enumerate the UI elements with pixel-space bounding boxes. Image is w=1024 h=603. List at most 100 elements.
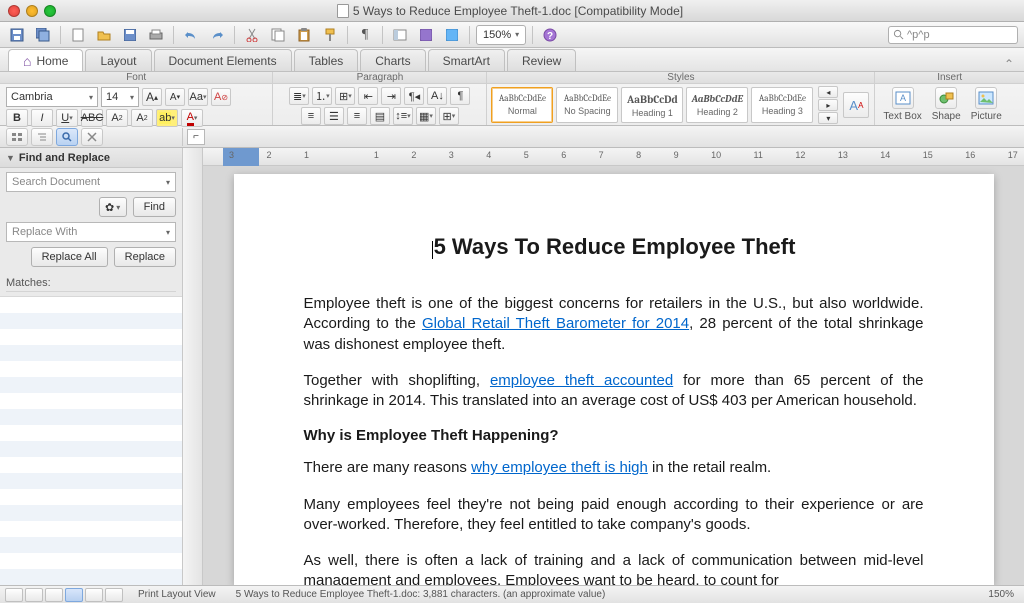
style-normal[interactable]: AaBbCcDdEeNormal: [491, 87, 553, 123]
tab-home[interactable]: Home: [8, 49, 83, 71]
cut-button[interactable]: [241, 25, 263, 45]
redo-button[interactable]: [206, 25, 228, 45]
close-sidebar-button[interactable]: [81, 128, 103, 146]
vertical-ruler[interactable]: [183, 148, 203, 585]
style-heading-3[interactable]: AaBbCcDdEeHeading 3: [751, 87, 813, 123]
sidebar-toggle-button[interactable]: [389, 25, 411, 45]
subscript-button[interactable]: A2: [106, 109, 128, 127]
shrink-font-button[interactable]: A▾: [165, 88, 185, 106]
tab-document-elements[interactable]: Document Elements: [154, 49, 292, 71]
format-painter-button[interactable]: [319, 25, 341, 45]
text-direction-button[interactable]: ¶◂: [404, 87, 424, 105]
page-scroll-area[interactable]: 5 Ways To Reduce Employee Theft Employee…: [203, 166, 1024, 585]
line-spacing-button[interactable]: ↕≡▾: [393, 107, 413, 125]
focus-view-button[interactable]: [105, 588, 123, 602]
insert-shape-button[interactable]: Shape: [932, 87, 961, 122]
outline-view-button[interactable]: [31, 128, 53, 146]
minimize-window-button[interactable]: [26, 5, 38, 17]
styles-expand[interactable]: ▾: [818, 112, 838, 124]
link-employee-theft-accounted[interactable]: employee theft accounted: [490, 372, 673, 389]
italic-button[interactable]: I: [31, 109, 53, 127]
multilevel-list-button[interactable]: ⊞▾: [335, 87, 355, 105]
styles-scroll-left[interactable]: ◂: [818, 86, 838, 98]
insert-picture-button[interactable]: Picture: [971, 87, 1002, 122]
tab-layout[interactable]: Layout: [85, 49, 151, 71]
link-global-retail[interactable]: Global Retail Theft Barometer for 2014: [422, 315, 689, 332]
style-heading-1[interactable]: AaBbCcDdHeading 1: [621, 87, 683, 123]
open-button[interactable]: [93, 25, 115, 45]
tab-stop-selector[interactable]: ⌐: [187, 129, 205, 145]
status-zoom[interactable]: 150%: [978, 589, 1024, 600]
outline-view-button[interactable]: [25, 588, 43, 602]
underline-button[interactable]: U▾: [56, 109, 78, 127]
maximize-window-button[interactable]: [44, 5, 56, 17]
help-search-input[interactable]: ^p^p: [888, 26, 1018, 44]
replace-with-input[interactable]: Replace With▾: [6, 222, 176, 242]
highlight-button[interactable]: ab▾: [156, 109, 178, 127]
sidebar-title: Find and Replace: [19, 152, 110, 164]
zoom-select[interactable]: 150%▾: [476, 25, 526, 45]
toolbox-button[interactable]: [415, 25, 437, 45]
draft-view-button[interactable]: [5, 588, 23, 602]
show-paragraph-button[interactable]: ¶: [450, 87, 470, 105]
media-browser-button[interactable]: [441, 25, 463, 45]
print-layout-view-button[interactable]: [65, 588, 83, 602]
find-replace-pane-button[interactable]: [56, 128, 78, 146]
tab-review[interactable]: Review: [507, 49, 576, 71]
search-document-input[interactable]: Search Document▾: [6, 172, 176, 192]
align-center-button[interactable]: ☰: [324, 107, 344, 125]
change-case-button[interactable]: Aa▾: [188, 88, 208, 106]
save-as-button[interactable]: [32, 25, 54, 45]
paste-button[interactable]: [293, 25, 315, 45]
grow-font-button[interactable]: A▴: [142, 88, 162, 106]
styles-scroll-right[interactable]: ▸: [818, 99, 838, 111]
tab-charts[interactable]: Charts: [360, 49, 425, 71]
save-icon-button[interactable]: [119, 25, 141, 45]
bullets-button[interactable]: ≣▾: [289, 87, 309, 105]
align-left-button[interactable]: ≡: [301, 107, 321, 125]
clear-formatting-button[interactable]: A⊘: [211, 88, 231, 106]
superscript-button[interactable]: A2: [131, 109, 153, 127]
save-button[interactable]: [6, 25, 28, 45]
style-heading-2[interactable]: AaBbCcDdEHeading 2: [686, 87, 748, 123]
link-why-theft-high[interactable]: why employee theft is high: [471, 459, 648, 476]
insert-text-box-button[interactable]: AText Box: [883, 87, 921, 122]
document-editor: 3211234567891011121314151617 5 Ways To R…: [183, 148, 1024, 585]
thumbnails-view-button[interactable]: [6, 128, 28, 146]
find-button[interactable]: Find: [133, 197, 176, 217]
font-name-select[interactable]: Cambria▾: [6, 87, 98, 107]
horizontal-ruler[interactable]: 3211234567891011121314151617: [203, 148, 1024, 166]
print-button[interactable]: [145, 25, 167, 45]
copy-button[interactable]: [267, 25, 289, 45]
shading-button[interactable]: ▦▾: [416, 107, 436, 125]
help-button[interactable]: ?: [539, 25, 561, 45]
tab-tables[interactable]: Tables: [294, 49, 359, 71]
font-color-button[interactable]: A▾: [181, 109, 203, 127]
tab-smartart[interactable]: SmartArt: [428, 49, 505, 71]
borders-button[interactable]: ⊞▾: [439, 107, 459, 125]
collapse-panel-icon[interactable]: ▼: [6, 153, 15, 163]
collapse-ribbon-button[interactable]: ⌃: [1004, 57, 1014, 71]
new-button[interactable]: [67, 25, 89, 45]
bold-button[interactable]: B: [6, 109, 28, 127]
replace-button[interactable]: Replace: [114, 247, 176, 267]
publishing-view-button[interactable]: [45, 588, 63, 602]
decrease-indent-button[interactable]: ⇤: [358, 87, 378, 105]
undo-button[interactable]: [180, 25, 202, 45]
traffic-lights: [8, 5, 56, 17]
replace-all-button[interactable]: Replace All: [31, 247, 108, 267]
align-right-button[interactable]: ≡: [347, 107, 367, 125]
justify-button[interactable]: ▤: [370, 107, 390, 125]
sort-button[interactable]: A↓: [427, 87, 447, 105]
notebook-view-button[interactable]: [85, 588, 103, 602]
document-page[interactable]: 5 Ways To Reduce Employee Theft Employee…: [234, 174, 994, 585]
increase-indent-button[interactable]: ⇥: [381, 87, 401, 105]
show-formatting-button[interactable]: ¶: [354, 25, 376, 45]
close-window-button[interactable]: [8, 5, 20, 17]
font-size-select[interactable]: 14▾: [101, 87, 139, 107]
strikethrough-button[interactable]: ABC: [81, 109, 103, 127]
styles-pane-button[interactable]: AA: [843, 92, 869, 118]
numbering-button[interactable]: ⒈▾: [312, 87, 332, 105]
find-options-button[interactable]: ✿▾: [99, 197, 127, 217]
style-no-spacing[interactable]: AaBbCcDdEeNo Spacing: [556, 87, 618, 123]
